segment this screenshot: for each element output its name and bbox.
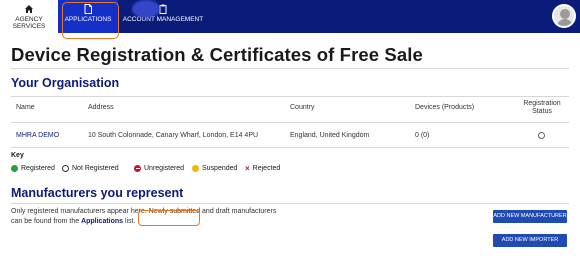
table-top-border [11, 96, 569, 97]
nav-applications[interactable]: APPLICATIONS [58, 0, 118, 33]
key-item-registered: Registered [11, 163, 55, 173]
rejected-x-icon: × [245, 163, 250, 173]
nav-agency-services-label: AGENCY SERVICES [12, 16, 46, 30]
title-divider [11, 68, 569, 69]
nav-account-management-label: ACCOUNT MANAGEMENT [122, 16, 204, 23]
organisation-devices: 0 (0) [415, 132, 430, 139]
suspended-dot-icon [192, 164, 199, 172]
registration-status-icon [538, 132, 545, 139]
page-title: Device Registration & Certificates of Fr… [11, 44, 423, 65]
organisation-country: England, United Kingdom [290, 132, 370, 139]
key-item-rejected: × Rejected [245, 163, 280, 173]
top-navigation-bar: AGENCY SERVICES APPLICATIONS ACCOUNT MAN… [0, 0, 580, 33]
column-header-registration-status: Registration Status [523, 100, 561, 115]
key-item-unregistered: Unregistered [134, 163, 184, 173]
key-label-unregistered: Unregistered [144, 164, 185, 172]
add-new-importer-button[interactable]: ADD NEW IMPORTER [493, 234, 567, 247]
manufacturers-description: Only registered manufacturers appear her… [11, 207, 281, 227]
key-item-not-registered: Not Registered [62, 163, 119, 173]
table-header-border [11, 122, 569, 123]
manufacturers-description-end: list. [125, 218, 136, 225]
column-header-devices: Devices (Products) [415, 104, 475, 111]
key-label-rejected: Rejected [252, 164, 281, 172]
unregistered-dot-icon [134, 164, 141, 172]
column-header-address: Address [88, 104, 114, 111]
organisation-address: 10 South Colonnade, Canary Wharf, London… [88, 132, 259, 139]
column-header-name: Name [16, 104, 35, 111]
add-new-manufacturer-button[interactable]: ADD NEW MANUFACTURER [493, 210, 567, 223]
table-bottom-border [11, 147, 569, 148]
not-registered-dot-icon [62, 164, 69, 172]
manufacturers-description-text: Only registered manufacturers appear her… [11, 208, 277, 225]
key-label-not-registered: Not Registered [72, 164, 119, 172]
nav-account-management[interactable]: ACCOUNT MANAGEMENT [118, 0, 208, 33]
key-title: Key [11, 152, 24, 159]
key-label-registered: Registered [21, 164, 55, 172]
user-avatar[interactable] [552, 4, 576, 28]
registered-dot-icon [11, 164, 18, 172]
applications-list-link[interactable]: Applications [81, 218, 123, 225]
key-item-suspended: Suspended [192, 163, 237, 173]
organisation-name-link[interactable]: MHRA DEMO [16, 132, 59, 139]
column-header-country: Country [290, 104, 315, 111]
pointer-cursor-icon [132, 0, 160, 18]
manufacturers-heading: Manufacturers you represent [11, 186, 184, 200]
manufacturers-divider [11, 203, 569, 204]
document-icon [84, 4, 92, 14]
home-icon [25, 5, 33, 13]
nav-agency-services[interactable]: AGENCY SERVICES [0, 0, 58, 33]
nav-applications-label: APPLICATIONS [64, 16, 112, 23]
key-label-suspended: Suspended [202, 164, 238, 172]
organisation-heading: Your Organisation [11, 76, 120, 90]
